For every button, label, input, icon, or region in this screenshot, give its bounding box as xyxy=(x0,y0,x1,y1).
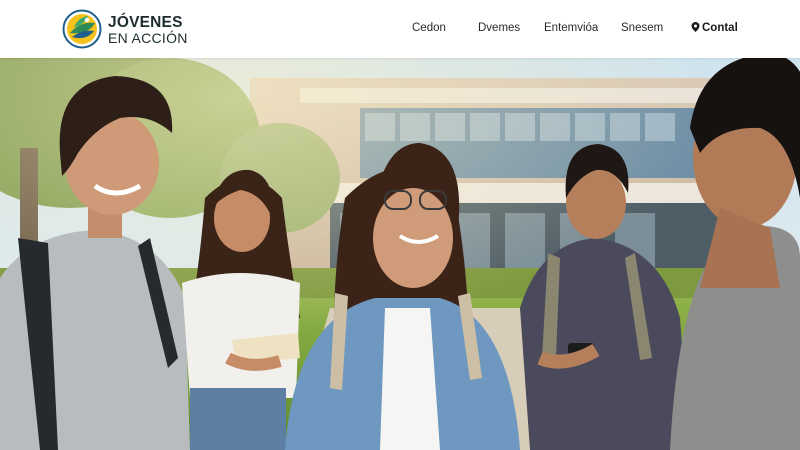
main-nav: Cedon Dvemes Entemvióa Snesem xyxy=(0,22,800,38)
nav-item-4[interactable]: Snesem xyxy=(621,22,663,34)
nav-contact-label: Contal xyxy=(702,22,738,34)
nav-contact-link[interactable]: Contal xyxy=(691,22,738,34)
site-header: JÓVENES EN ACCIÓN Cedon Dvemes Entemvióa… xyxy=(0,0,800,58)
map-pin-icon xyxy=(691,22,700,32)
hero-photo-illustration xyxy=(0,58,800,450)
nav-item-2[interactable]: Dvemes xyxy=(478,22,520,34)
hero-image xyxy=(0,58,800,450)
nav-item-1[interactable]: Cedon xyxy=(412,22,446,34)
nav-item-3[interactable]: Entemvióa xyxy=(544,22,598,34)
